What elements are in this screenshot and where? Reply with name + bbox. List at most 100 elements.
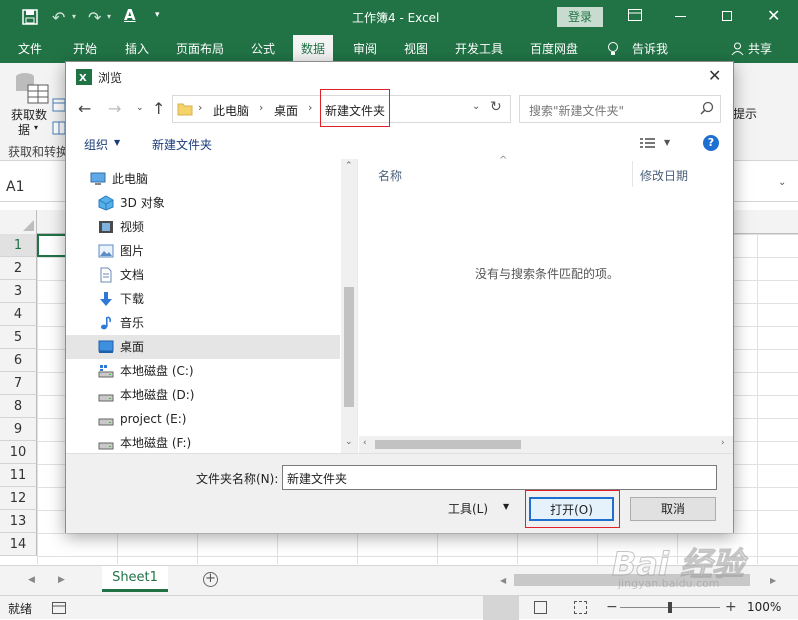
row-header[interactable]: 5 xyxy=(0,326,37,349)
h-scroll-left-arrow-icon[interactable]: ‹ xyxy=(363,438,367,448)
row-header[interactable]: 9 xyxy=(0,418,37,441)
page-layout-view-icon[interactable] xyxy=(534,601,547,614)
navigation-pane[interactable]: 此电脑 3D 对象 视频 图片 文档 下载 音乐 桌面 本地磁盘 (C:) 本地磁盘 (D:) pr… xyxy=(66,159,358,453)
help-icon[interactable]: ? xyxy=(703,135,719,151)
row-header[interactable]: 2 xyxy=(0,257,37,280)
search-icon[interactable] xyxy=(700,101,714,115)
tab-baidu-netdisk[interactable]: 百度网盘 xyxy=(530,35,578,63)
normal-view-icon[interactable] xyxy=(483,596,519,620)
undo-icon[interactable]: ↶ xyxy=(52,8,65,27)
undo-dropdown-icon[interactable]: ▾ xyxy=(72,12,76,21)
open-button[interactable]: 打开(O) xyxy=(529,497,614,521)
close-window-icon[interactable]: ✕ xyxy=(767,6,780,25)
maximize-icon[interactable] xyxy=(722,11,732,21)
breadcrumb-this-pc[interactable]: 此电脑 xyxy=(213,102,249,119)
nav-item[interactable]: 音乐 xyxy=(66,311,340,335)
tab-formulas[interactable]: 公式 xyxy=(251,35,275,63)
name-box[interactable]: A1 xyxy=(6,176,62,198)
folder-name-input[interactable]: 新建文件夹 xyxy=(282,465,717,490)
row-header[interactable]: 6 xyxy=(0,349,37,372)
tab-data[interactable]: 数据 xyxy=(293,35,334,63)
file-list[interactable]: ^ 名称 修改日期 没有与搜索条件匹配的项。 ‹ › xyxy=(359,155,733,453)
recent-dropdown-icon[interactable]: ⌄ xyxy=(136,103,144,113)
row-header[interactable]: 7 xyxy=(0,372,37,395)
search-input[interactable]: 搜索"新建文件夹" xyxy=(519,95,721,123)
share-button[interactable]: 共享 xyxy=(748,35,772,63)
nav-item[interactable]: 下载 xyxy=(66,287,340,311)
up-arrow-icon[interactable]: ↑ xyxy=(152,99,165,118)
new-folder-button[interactable]: 新建文件夹 xyxy=(152,136,212,153)
get-data-icon[interactable] xyxy=(12,71,50,105)
tab-page-layout[interactable]: 页面布局 xyxy=(176,35,224,63)
breadcrumb-sep-icon-3[interactable]: › xyxy=(308,101,312,114)
nav-scroll-thumb[interactable] xyxy=(344,287,354,407)
breadcrumb-sep-icon-2[interactable]: › xyxy=(259,101,263,114)
tools-button[interactable]: 工具(L) xyxy=(448,500,488,517)
customize-toolbar-icon[interactable]: ▾ xyxy=(155,10,160,20)
row-header[interactable]: 8 xyxy=(0,395,37,418)
address-dropdown-icon[interactable]: ⌄ xyxy=(472,101,480,112)
row-header[interactable]: 12 xyxy=(0,487,37,510)
zoom-out-icon[interactable]: − xyxy=(606,599,618,615)
row-header[interactable]: 13 xyxy=(0,510,37,533)
column-date-header[interactable]: 修改日期 xyxy=(640,167,688,184)
sheet-tab-sheet1[interactable]: Sheet1 xyxy=(102,566,168,592)
ribbon-small-icon[interactable] xyxy=(52,98,66,112)
h-scroll-thumb-dialog[interactable] xyxy=(375,440,521,449)
organize-button[interactable]: 组织 xyxy=(84,136,108,153)
nav-item[interactable]: 视频 xyxy=(66,215,340,239)
view-options-icon[interactable] xyxy=(640,137,656,149)
ribbon-small-icon-2[interactable] xyxy=(52,121,66,135)
breadcrumb-sep-icon[interactable]: › xyxy=(198,101,202,114)
dialog-close-icon[interactable]: ✕ xyxy=(708,66,721,85)
row-header[interactable]: 3 xyxy=(0,280,37,303)
forward-arrow-icon[interactable]: → xyxy=(108,99,121,118)
nav-item[interactable]: 本地磁盘 (D:) xyxy=(66,383,340,407)
ribbon-right-label[interactable]: 提示 xyxy=(733,105,757,122)
h-scroll-right-arrow-icon[interactable]: › xyxy=(721,438,725,448)
tab-view[interactable]: 视图 xyxy=(404,35,428,63)
nav-item[interactable]: 本地磁盘 (C:) xyxy=(66,359,340,383)
tab-home[interactable]: 开始 xyxy=(73,35,97,63)
tab-file[interactable]: 文件 xyxy=(18,35,42,63)
login-button[interactable]: 登录 xyxy=(557,7,603,27)
h-scroll-left-icon[interactable]: ◀ xyxy=(500,576,506,585)
h-scrollbar[interactable]: ‹ › xyxy=(359,436,733,453)
nav-scroll-down-icon[interactable]: ⌄ xyxy=(345,437,353,447)
column-name-header[interactable]: 名称 xyxy=(378,167,402,184)
row-header[interactable]: 10 xyxy=(0,441,37,464)
nav-item[interactable]: 图片 xyxy=(66,239,340,263)
nav-item[interactable]: 本地磁盘 (F:) xyxy=(66,431,340,455)
expand-formula-icon[interactable]: ⌄ xyxy=(778,177,786,188)
refresh-icon[interactable]: ↻ xyxy=(490,99,502,115)
scroll-right-icon[interactable]: ▶ xyxy=(58,575,65,585)
row-header[interactable]: 1 xyxy=(0,234,37,257)
save-icon[interactable] xyxy=(22,9,38,25)
row-header[interactable]: 11 xyxy=(0,464,37,487)
back-arrow-icon[interactable]: ← xyxy=(78,99,91,118)
get-data-dropdown-icon[interactable]: ▾ xyxy=(34,123,38,132)
cancel-button[interactable]: 取消 xyxy=(630,497,716,521)
breadcrumb-desktop[interactable]: 桌面 xyxy=(274,102,298,119)
macro-record-icon[interactable] xyxy=(52,602,66,614)
select-all-corner[interactable] xyxy=(0,210,37,234)
redo-icon[interactable]: ↷ xyxy=(88,8,101,27)
get-data-button-line2[interactable]: 据 xyxy=(18,121,30,138)
page-break-view-icon[interactable] xyxy=(574,601,587,614)
minimize-icon[interactable] xyxy=(675,16,686,17)
tab-review[interactable]: 审阅 xyxy=(353,35,377,63)
row-header[interactable]: 4 xyxy=(0,303,37,326)
tools-dropdown-icon[interactable]: ▼ xyxy=(503,502,509,511)
scroll-left-icon[interactable]: ◀ xyxy=(28,575,35,585)
add-sheet-icon[interactable]: + xyxy=(203,572,218,587)
row-header[interactable]: 14 xyxy=(0,533,37,556)
nav-item[interactable]: 3D 对象 xyxy=(66,191,340,215)
view-dropdown-icon[interactable]: ▼ xyxy=(664,138,670,147)
font-color-icon[interactable]: A xyxy=(124,6,136,24)
ribbon-display-icon[interactable] xyxy=(628,9,642,21)
nav-item[interactable]: 文档 xyxy=(66,263,340,287)
zoom-level[interactable]: 100% xyxy=(747,600,781,614)
organize-dropdown-icon[interactable]: ▼ xyxy=(114,138,120,147)
zoom-in-icon[interactable]: + xyxy=(725,599,737,615)
zoom-slider-thumb[interactable] xyxy=(668,602,672,613)
